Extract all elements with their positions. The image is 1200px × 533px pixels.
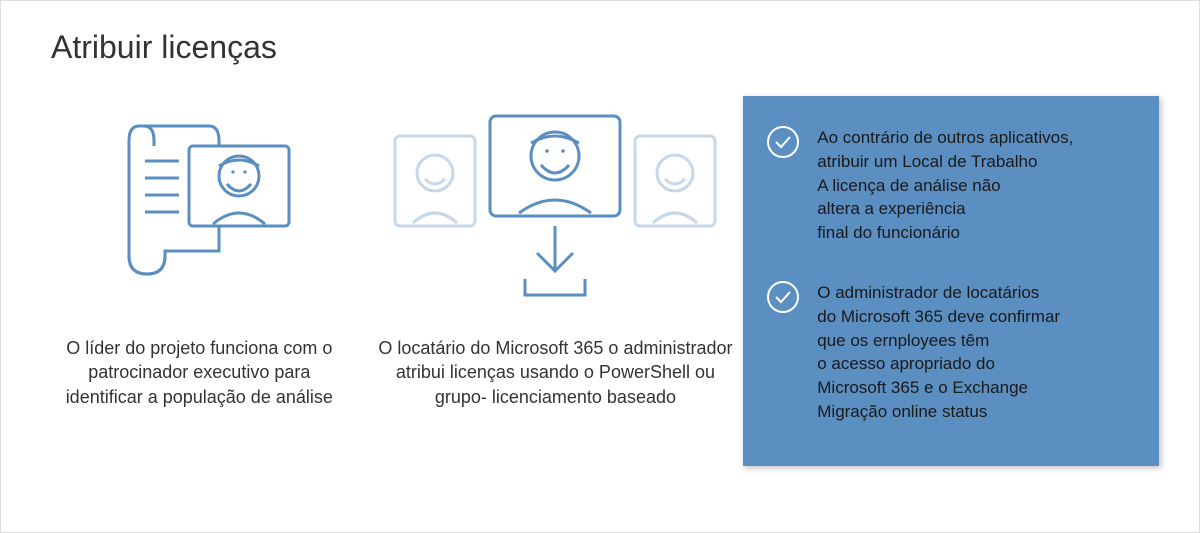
info-item-2: O administrador de locatários do Microso…	[763, 281, 1131, 424]
column-tenant-admin: O locatário do Microsoft 365 o administr…	[368, 96, 744, 409]
scroll-with-avatar-illustration	[99, 96, 299, 316]
info-text-2: O administrador de locatários do Microso…	[817, 281, 1131, 424]
download-icon	[385, 101, 725, 311]
info-text-1: Ao contrário de outros aplicativos, atri…	[817, 126, 1131, 245]
page-title: Atribuir licenças	[51, 29, 1159, 66]
scroll-icon	[99, 106, 299, 306]
content-row: O líder do projeto funciona com o patroc…	[51, 96, 1159, 466]
slide: Atribuir licenças	[0, 0, 1200, 533]
info-item-1: Ao contrário de outros aplicativos, atri…	[763, 126, 1131, 245]
column-project-leader: O líder do projeto funciona com o patroc…	[51, 96, 348, 409]
blue-info-panel: Ao contrário de outros aplicativos, atri…	[743, 96, 1159, 466]
col2-caption: O locatário do Microsoft 365 o administr…	[368, 336, 744, 409]
checkmark-circle-icon	[763, 277, 803, 317]
checkmark-circle-icon	[763, 122, 803, 162]
download-avatars-illustration	[385, 96, 725, 316]
col1-caption: O líder do projeto funciona com o patroc…	[51, 336, 348, 409]
